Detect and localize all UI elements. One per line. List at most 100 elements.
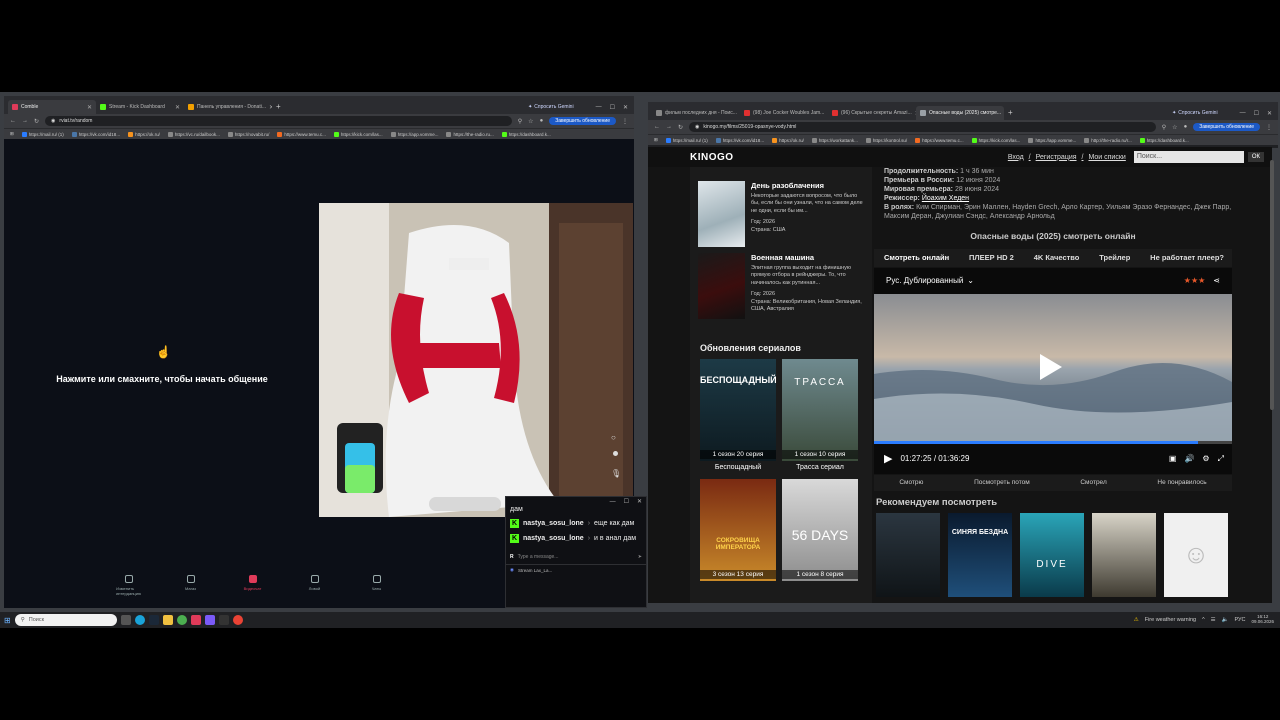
series-name[interactable]: Трасса сериал (782, 464, 858, 471)
minimize-icon[interactable]: — (596, 104, 602, 110)
search-input[interactable]: Поиск... (1133, 151, 1244, 163)
bookmark-item[interactable]: https://ok.ru/ (128, 131, 160, 137)
back-arrow-icon[interactable]: ← (654, 124, 660, 130)
chrome-icon[interactable] (176, 615, 187, 625)
tab-player-broken[interactable]: Не работает плеер? (1150, 253, 1224, 262)
bookmark-item[interactable]: https://kick.com/las... (333, 131, 383, 137)
app-icon[interactable] (190, 615, 201, 625)
start-chat-prompt[interactable]: Нажмите или смахните, чтобы начать общен… (20, 374, 304, 384)
close-window-icon[interactable]: ✕ (1267, 110, 1272, 117)
minimize-icon[interactable]: — (610, 499, 616, 505)
tab-watch-online[interactable]: Смотреть онлайн (884, 253, 949, 262)
close-window-icon[interactable]: ✕ (623, 104, 628, 111)
movie-poster[interactable] (698, 253, 745, 319)
play-overlay-icon[interactable] (1040, 353, 1062, 380)
bookmark-item[interactable]: https://mail.ru/ (1) (21, 131, 64, 137)
menu-dots-icon[interactable]: ⋮ (622, 118, 628, 125)
nav-interests[interactable]: Изменить интерданцию (116, 575, 141, 603)
gemini-button[interactable]: ✦ Спросить Gemini (528, 104, 574, 110)
nav-chats[interactable]: Чаты (366, 575, 388, 603)
bookmark-item[interactable]: https://the-radio.ru... (446, 131, 494, 137)
extensions-icon[interactable]: ⚲ (518, 118, 522, 125)
bookmark-item[interactable]: http://the-radio.ru/r... (1084, 137, 1132, 143)
app-icon[interactable] (232, 615, 243, 625)
nav-videochat[interactable]: Видеочат (242, 575, 264, 603)
recommend-poster[interactable]: ☺ (1164, 512, 1228, 597)
bookmark-item[interactable]: https://dashboard.k... (501, 131, 551, 137)
my-lists-link[interactable]: Мои списки (1088, 154, 1125, 161)
bookmark-item[interactable]: https://www.temu.c... (915, 137, 964, 143)
maximize-icon[interactable]: ☐ (1254, 110, 1259, 117)
app-icon[interactable] (218, 615, 229, 625)
fullscreen-icon[interactable]: ⤢ (1218, 454, 1224, 464)
network-icon[interactable]: ☰ (1211, 617, 1216, 623)
tab-4k[interactable]: 4K Качество (1034, 253, 1080, 262)
back-arrow-icon[interactable]: ← (10, 118, 16, 124)
series-card[interactable]: БЕСПОЩАДНЫЙ 1 сезон 20 серия Беспощадный (700, 359, 777, 471)
chat-input[interactable]: Type a message... (518, 554, 634, 560)
watch-later-button[interactable]: Посмотреть потом (974, 479, 1030, 486)
tab-trailer[interactable]: Трейлер (1099, 253, 1130, 262)
left-tab-1[interactable]: Stream - Kick Dashboard ✕ (96, 100, 184, 114)
bookmark-star-icon[interactable]: ☆ (1172, 124, 1177, 131)
movie-title[interactable]: Военная машина (751, 253, 864, 262)
series-poster[interactable]: ТРАССА 1 сезон 10 серия (782, 359, 858, 461)
bookmark-item[interactable]: https://app.vomme... (390, 131, 438, 137)
reload-icon[interactable]: ↻ (678, 124, 683, 131)
bookmark-item[interactable]: https://workattank... (811, 137, 858, 143)
new-tab-plus-icon[interactable]: + (272, 100, 285, 114)
address-bar[interactable]: ◉ rviat.tv/random (45, 116, 512, 126)
share-icon[interactable]: ⋖ (1213, 276, 1220, 285)
series-card[interactable]: СОКРОВИЩА ИМПЕРАТОРА 3 сезон 13 серия (700, 479, 776, 581)
site-logo[interactable]: KINOGO (690, 152, 734, 163)
play-icon[interactable]: ▶ (884, 452, 892, 465)
explorer-icon[interactable] (162, 615, 173, 625)
cam-dot-icon[interactable] (613, 451, 618, 456)
nav-catch[interactable]: Ловой (304, 575, 326, 603)
menu-dots-icon[interactable]: ⋮ (1266, 124, 1272, 131)
right-tab-1[interactable]: (98) Joe Cocker Woubles Jam...✕ (740, 106, 828, 120)
steam-icon[interactable] (148, 615, 159, 625)
page-scrollbar[interactable] (1270, 160, 1274, 410)
maximize-icon[interactable]: ☐ (624, 498, 629, 505)
forward-arrow-icon[interactable]: → (666, 124, 672, 130)
taskbar-search[interactable]: ⚲ Поиск (14, 614, 117, 626)
apps-grid-icon[interactable]: ⊞ (654, 137, 658, 143)
recommend-poster[interactable]: DIVE (1020, 512, 1084, 597)
bookmark-item[interactable]: https://app.vomme... (1028, 137, 1076, 143)
movie-poster[interactable] (698, 181, 745, 247)
tray-chevron-icon[interactable]: ^ (1202, 617, 1205, 623)
bookmark-item[interactable]: https://vk.com/id18... (715, 137, 764, 143)
profile-icon[interactable]: ● (1184, 124, 1188, 130)
bookmark-item[interactable]: https://vk.com/id18... (71, 131, 120, 137)
series-poster[interactable]: БЕСПОЩАДНЫЙ 1 сезон 20 серия (700, 359, 777, 461)
right-tab-3[interactable]: Опасные воды (2025) смотре...✕ (916, 106, 1004, 120)
address-bar[interactable]: ◉ kinogo.my/films/25019-opasnye-vody.html (689, 122, 1156, 132)
reload-icon[interactable]: ↻ (34, 118, 39, 125)
side-movie-card[interactable]: Военная машина Элитная группа выходит на… (690, 247, 872, 319)
watched-button[interactable]: Смотрел (1080, 479, 1106, 486)
minimize-icon[interactable]: — (1240, 110, 1246, 116)
register-link[interactable]: Регистрация (1036, 154, 1077, 161)
update-button[interactable]: Завершить обновление (1193, 123, 1260, 131)
mic-icon[interactable]: 🎙 (611, 469, 621, 478)
edge-icon[interactable] (134, 615, 145, 625)
chat-username[interactable]: nastya_sosu_lone (523, 520, 584, 527)
new-tab-plus-icon[interactable]: + (1004, 106, 1017, 120)
video-player[interactable]: Рус. Дублированный⌄ ★★★ ⋖ ▶ 01:27:25 / (874, 267, 1232, 474)
cam-flip-icon[interactable]: ○ (611, 433, 616, 442)
volume-icon[interactable]: 🔈 (1222, 617, 1229, 623)
series-card[interactable]: 56 DAYS 1 сезон 8 серия (782, 479, 858, 581)
windows-start-icon[interactable]: ⊞ (4, 616, 11, 625)
bookmark-star-icon[interactable]: ☆ (528, 118, 533, 125)
video-frame[interactable] (874, 293, 1232, 444)
weather-warning[interactable]: Fire weather warning (1145, 617, 1196, 623)
zoom-icon[interactable]: ⚲ (1162, 124, 1166, 131)
chat-username[interactable]: nastya_sosu_lone (523, 535, 584, 542)
watching-button[interactable]: Смотрю (899, 479, 923, 486)
volume-icon[interactable]: 🔊 (1184, 454, 1194, 463)
gemini-button[interactable]: ✦ Спросить Gemini (1172, 110, 1218, 116)
nav-shop[interactable]: Магаз (180, 575, 202, 603)
bookmark-item[interactable]: https://mail.ru/ (1) (665, 137, 708, 143)
close-tab-icon[interactable]: ✕ (87, 104, 92, 111)
